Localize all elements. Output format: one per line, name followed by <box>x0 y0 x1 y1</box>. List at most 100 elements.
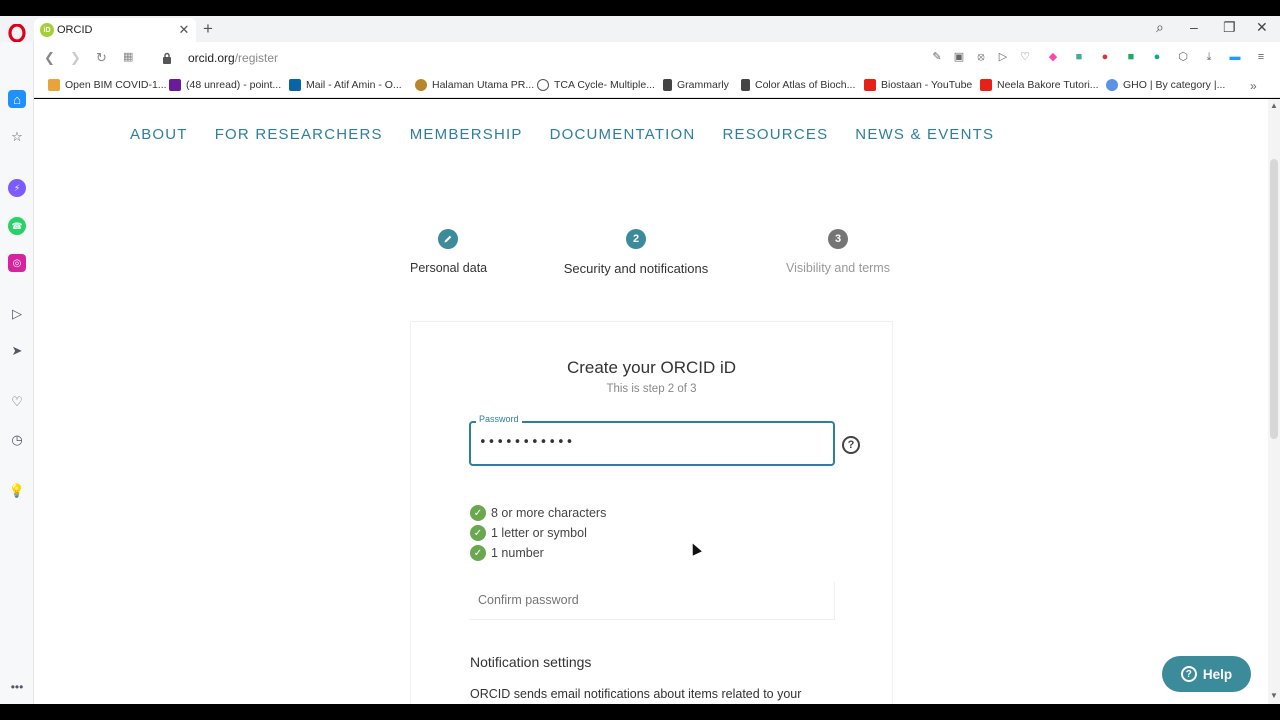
speed-dial-icon[interactable]: ▦ <box>123 50 133 63</box>
scroll-thumb[interactable] <box>1270 159 1278 439</box>
easy-setup-icon[interactable]: ≡ <box>1254 50 1268 64</box>
url-field[interactable]: orcid.org/register <box>188 51 278 65</box>
nav-membership[interactable]: MEMBERSHIP <box>410 126 523 143</box>
step-security-notifications[interactable]: 2 Security and notifications <box>556 229 716 276</box>
heart-icon[interactable]: ♡ <box>1018 50 1032 64</box>
password-requirements: ✓ 8 or more characters ✓ 1 letter or symbo… <box>470 503 606 563</box>
step-number: 2 <box>626 229 646 249</box>
search-tabs-icon[interactable]: ⌕ <box>1156 19 1164 36</box>
scroll-down-icon[interactable]: ▼ <box>1270 691 1278 700</box>
back-icon[interactable]: ❮ <box>44 50 55 66</box>
bookmark-favicon-icon <box>415 79 427 91</box>
bookmark-item[interactable]: (48 unread) - point... <box>169 79 281 91</box>
bookmark-item[interactable]: Color Atlas of Bioch... <box>741 79 855 91</box>
bookmarks-bar: Open BIM COVID-1... (48 unread) - point.… <box>34 74 1280 98</box>
opera-logo-icon[interactable] <box>8 24 26 42</box>
confirm-password-field[interactable] <box>469 582 835 620</box>
confirm-password-input[interactable] <box>478 593 818 607</box>
nav-documentation[interactable]: DOCUMENTATION <box>550 126 696 143</box>
password-help-icon[interactable]: ? <box>842 436 860 454</box>
adblock-icon[interactable]: ⦻ <box>974 50 988 64</box>
nav-for-researchers[interactable]: FOR RESEARCHERS <box>215 126 383 143</box>
bookmark-item[interactable]: Open BIM COVID-1... <box>48 79 167 91</box>
tab-title: ORCID <box>57 24 93 36</box>
new-tab-icon[interactable]: + <box>203 19 213 39</box>
grammarly-icon[interactable]: ● <box>1150 50 1164 64</box>
instagram-icon[interactable]: ◎ <box>8 254 26 272</box>
camera-icon[interactable]: ▣ <box>952 50 966 64</box>
main-navigation: ABOUT FOR RESEARCHERS MEMBERSHIP DOCUMEN… <box>130 126 1021 143</box>
extension-icon[interactable]: ■ <box>1124 50 1138 64</box>
messenger-icon[interactable]: ⚡ <box>8 179 26 197</box>
question-icon: ? <box>1180 666 1197 682</box>
bookmark-item[interactable]: Biostaan - YouTube <box>864 79 972 91</box>
requirement-item: ✓ 1 number <box>470 543 606 563</box>
notification-description: ORCID sends email notifications about it… <box>470 687 802 701</box>
address-bar: ❮ ❯ ↻ ▦ orcid.org/register ✎ ▣ ⦻ ▷ ♡ ◆ ■… <box>34 42 1280 74</box>
step-label: Security and notifications <box>563 261 709 276</box>
minimize-icon[interactable]: – <box>1190 19 1198 35</box>
bookmark-favicon-icon <box>48 79 60 91</box>
edit-icon[interactable]: ✎ <box>930 50 944 64</box>
bookmark-item[interactable]: Mail - Atif Amin - O... <box>289 79 402 91</box>
registration-card: Create your ORCID iD This is step 2 of 3… <box>410 321 893 704</box>
bookmark-item[interactable]: GHO | By category |... <box>1106 79 1225 91</box>
player-icon[interactable]: ▷ <box>8 305 26 323</box>
more-bookmarks-icon[interactable]: » <box>1250 79 1257 93</box>
extension-icon[interactable]: ◆ <box>1046 50 1060 64</box>
password-label: Password <box>476 414 522 424</box>
battery-icon[interactable]: ▬ <box>1228 50 1242 64</box>
rocket-icon[interactable]: ☆ <box>8 128 26 146</box>
step-personal-data[interactable]: Personal data <box>410 229 488 275</box>
help-button-label: Help <box>1202 666 1233 682</box>
nav-news-events[interactable]: NEWS & EVENTS <box>855 126 994 143</box>
more-icon[interactable]: ••• <box>8 678 26 696</box>
page-content: ABOUT FOR RESEARCHERS MEMBERSHIP DOCUMEN… <box>34 99 1268 704</box>
bookmark-item[interactable]: TCA Cycle- Multiple... <box>537 79 655 91</box>
lock-icon[interactable] <box>162 52 172 64</box>
download-icon[interactable]: ⤓ <box>1202 50 1216 64</box>
form-subtitle: This is step 2 of 3 <box>606 383 697 395</box>
opera-sidebar: ⌂ ☆ ⚡ ☎ ◎ ▷ ➤ ♡ ◷ 💡 ••• <box>0 42 34 704</box>
check-icon: ✓ <box>470 545 486 561</box>
page-scrollbar[interactable]: ▲ ▼ <box>1268 99 1280 704</box>
bookmark-favicon-icon <box>537 79 549 91</box>
close-window-icon[interactable]: ✕ <box>1256 19 1268 36</box>
nav-resources[interactable]: RESOURCES <box>722 126 828 143</box>
tab-orcid[interactable]: iD ORCID ✕ <box>34 18 196 42</box>
heart-icon[interactable]: ♡ <box>8 393 26 411</box>
password-field[interactable]: Password <box>469 414 835 466</box>
youtube-icon <box>980 79 992 91</box>
step-label: Visibility and terms <box>786 261 890 275</box>
home-icon[interactable]: ⌂ <box>8 90 26 108</box>
step-visibility-terms[interactable]: 3 Visibility and terms <box>786 229 890 275</box>
bookmark-favicon-icon <box>169 79 181 91</box>
send-icon[interactable]: ▷ <box>996 50 1010 64</box>
send-icon[interactable]: ➤ <box>8 342 26 360</box>
check-icon: ✓ <box>470 525 486 541</box>
youtube-icon <box>864 79 876 91</box>
bookmark-favicon-icon <box>741 79 750 91</box>
browser-tab-bar: iD ORCID ✕ + ⌕ – ❐ ✕ <box>0 16 1280 42</box>
help-button[interactable]: ? Help <box>1162 656 1251 692</box>
extension-icon[interactable]: ■ <box>1072 50 1086 64</box>
bookmark-item[interactable]: Grammarly <box>663 79 729 91</box>
scroll-up-icon[interactable]: ▲ <box>1270 101 1278 110</box>
password-input[interactable] <box>479 435 819 450</box>
bookmark-favicon-icon <box>1106 79 1118 91</box>
extension-icon[interactable]: ● <box>1098 50 1112 64</box>
bookmark-item[interactable]: Neela Bakore Tutori... <box>980 79 1099 91</box>
close-tab-icon[interactable]: ✕ <box>176 22 192 38</box>
check-icon: ✓ <box>470 505 486 521</box>
reload-icon[interactable]: ↻ <box>96 50 107 66</box>
bookmark-item[interactable]: Halaman Utama PR... <box>415 79 534 91</box>
step-label: Personal data <box>410 261 488 275</box>
cube-icon[interactable]: ⬡ <box>1176 50 1190 64</box>
lightbulb-icon[interactable]: 💡 <box>8 482 26 500</box>
restore-window-icon[interactable]: ❐ <box>1223 19 1236 36</box>
nav-about[interactable]: ABOUT <box>130 126 188 143</box>
forward-icon[interactable]: ❯ <box>70 50 81 66</box>
requirement-item: ✓ 1 letter or symbol <box>470 523 606 543</box>
history-icon[interactable]: ◷ <box>8 431 26 449</box>
whatsapp-icon[interactable]: ☎ <box>8 217 26 235</box>
